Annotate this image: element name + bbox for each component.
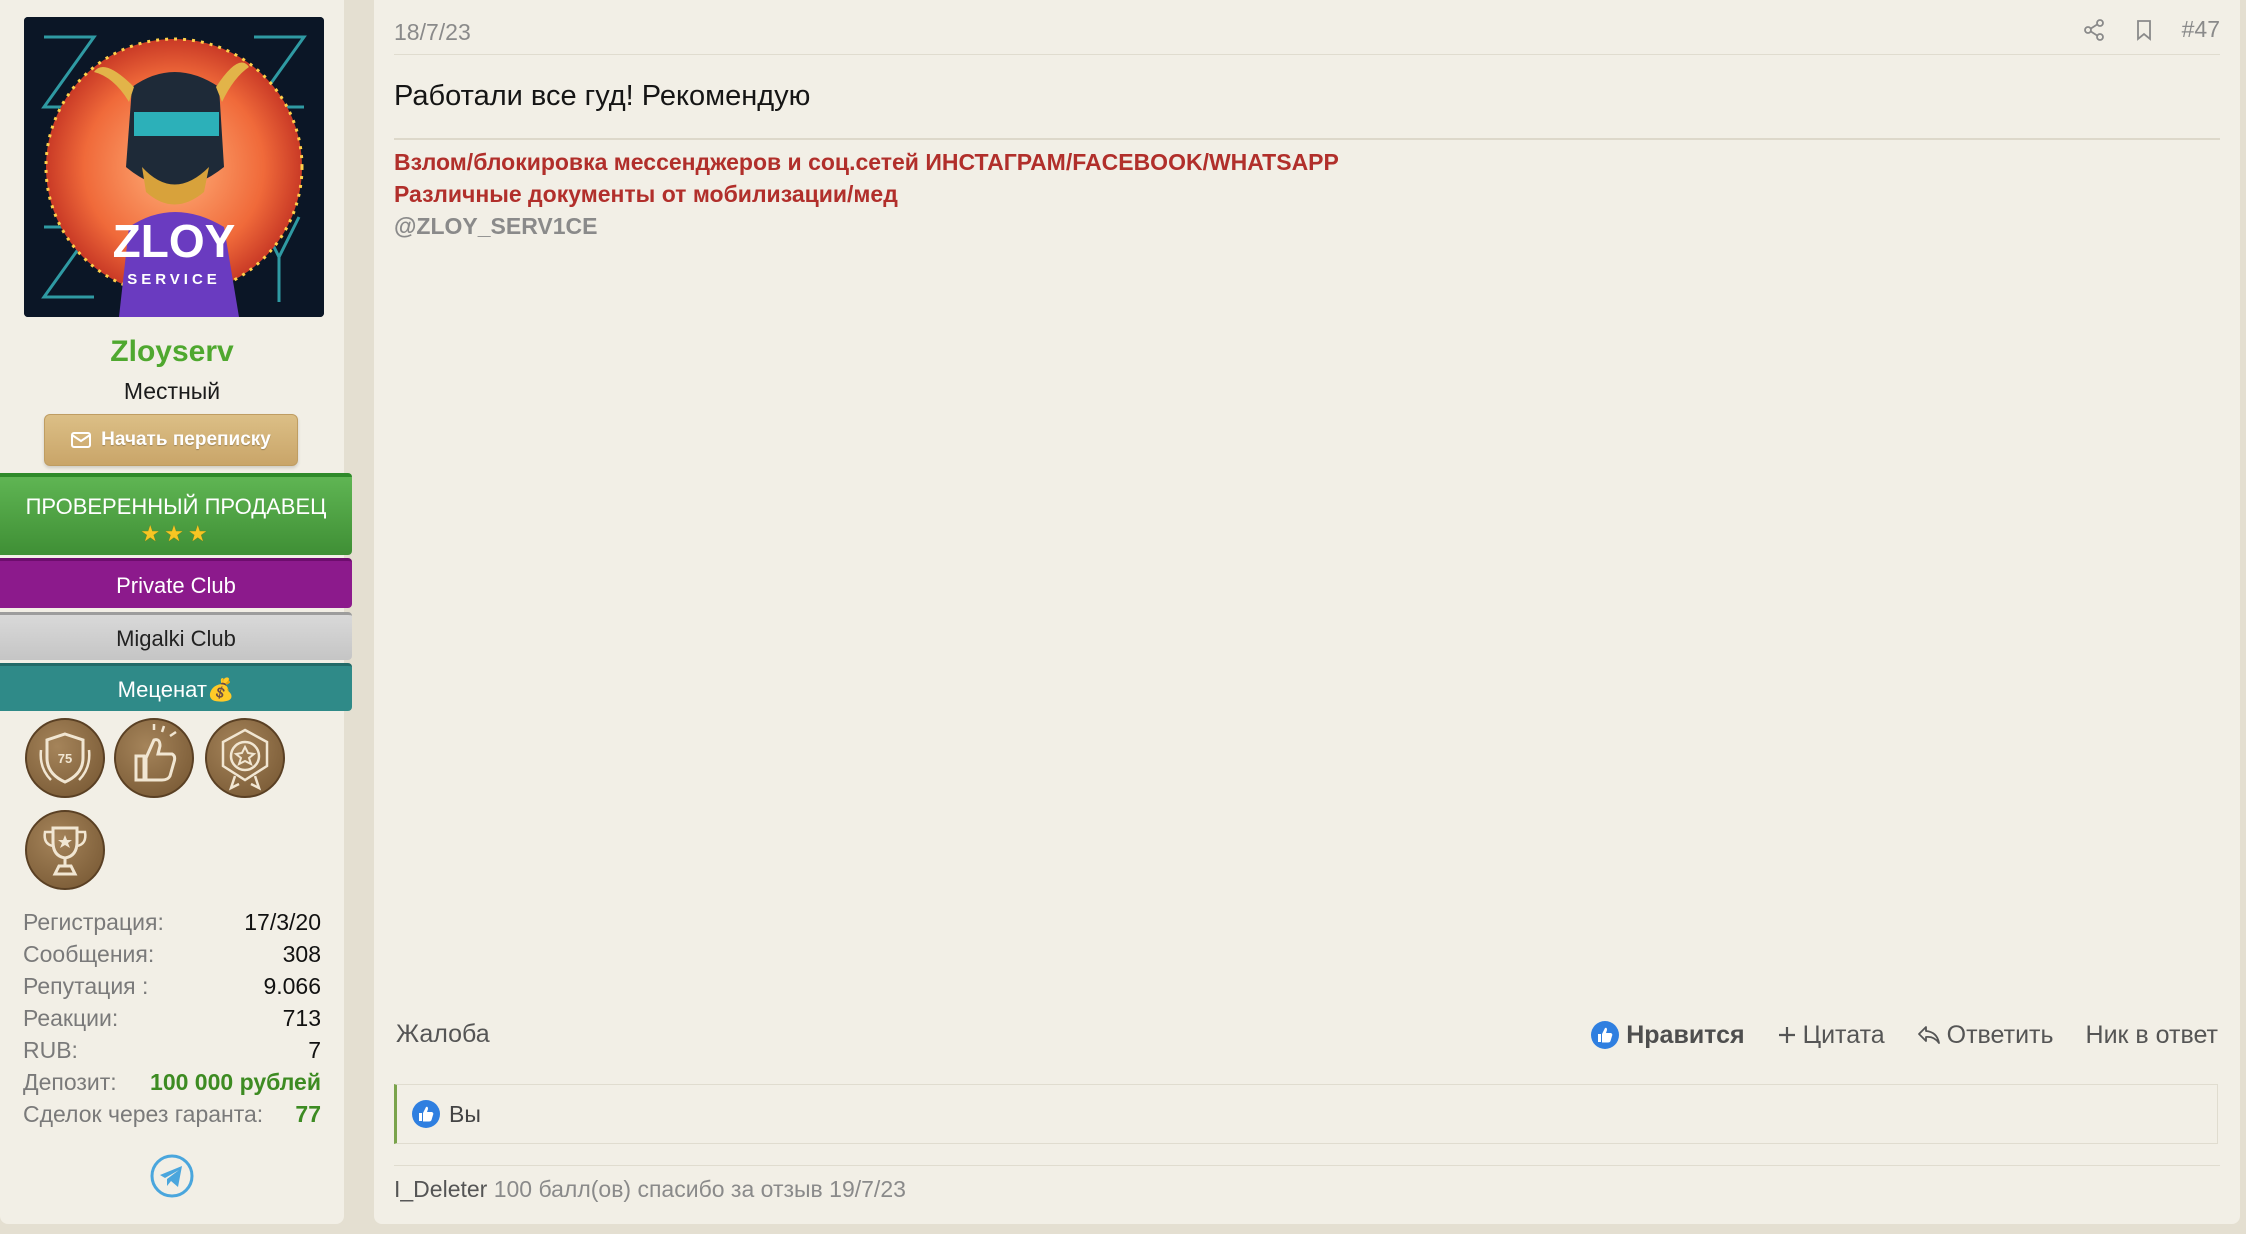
stat-reputation: Репутация : 9.066 bbox=[23, 970, 321, 1002]
stat-value: 713 bbox=[282, 1005, 321, 1031]
stat-rub: RUB: 7 bbox=[23, 1034, 321, 1066]
verified-seller-label: ПРОВЕРЕННЫЙ ПРОДАВЕЦ bbox=[25, 494, 327, 519]
private-club-banner: Private Club bbox=[0, 558, 352, 608]
stat-value: 17/3/20 bbox=[244, 909, 321, 935]
signature-line: Различные документы от мобилизации/мед bbox=[394, 181, 898, 207]
post-body: Работали все гуд! Рекомендую bbox=[394, 80, 811, 112]
user-panel: ZLOY SERVICE Zloyserv Местный Начать пер… bbox=[0, 0, 352, 1224]
stat-label: Депозит: bbox=[23, 1069, 117, 1095]
stat-label: RUB: bbox=[23, 1037, 78, 1063]
share-icon[interactable] bbox=[2082, 18, 2106, 42]
post-number[interactable]: #47 bbox=[2182, 16, 2220, 43]
telegram-icon[interactable] bbox=[149, 1153, 195, 1199]
plus-icon bbox=[1778, 1027, 1795, 1043]
award-badge-text: 75 bbox=[58, 751, 72, 766]
mention-label: Ник в ответ bbox=[2085, 1020, 2218, 1049]
user-stats: Регистрация: 17/3/20 Сообщения: 308 Репу… bbox=[23, 906, 321, 1130]
thanks-user-link[interactable]: I_Deleter bbox=[394, 1176, 487, 1202]
avatar[interactable]: ZLOY SERVICE bbox=[24, 17, 324, 317]
avatar-logo-subtext: SERVICE bbox=[127, 271, 221, 288]
stat-label: Сообщения: bbox=[23, 941, 155, 967]
avatar-image: ZLOY SERVICE bbox=[24, 17, 324, 317]
signature-contact: @ZLOY_SERV1CE bbox=[394, 213, 598, 239]
thumbs-up-reaction-icon bbox=[412, 1100, 440, 1128]
stat-messages: Сообщения: 308 bbox=[23, 938, 321, 970]
thanks-note: I_Deleter 100 балл(ов) спасибо за отзыв … bbox=[394, 1176, 906, 1203]
stat-reactions: Реакции: 713 bbox=[23, 1002, 321, 1034]
stat-value: 77 bbox=[295, 1101, 321, 1127]
signature-line: Взлом/блокировка мессенджеров и соц.сете… bbox=[394, 149, 1339, 175]
user-title: Местный bbox=[123, 378, 221, 404]
signature: Взлом/блокировка мессенджеров и соц.сете… bbox=[394, 146, 1339, 242]
stat-deposit: Депозит: 100 000 рублей bbox=[23, 1066, 321, 1098]
like-button[interactable]: Нравится bbox=[1590, 1020, 1745, 1050]
mention-button[interactable]: Ник в ответ bbox=[2086, 1021, 2218, 1050]
bookmark-icon[interactable] bbox=[2132, 18, 2156, 42]
reactions-list[interactable]: Вы bbox=[449, 1101, 481, 1128]
quote-label: Цитата bbox=[1802, 1020, 1885, 1049]
stat-registration: Регистрация: 17/3/20 bbox=[23, 906, 321, 938]
thumbs-up-award-icon[interactable] bbox=[114, 718, 194, 798]
like-label: Нравится bbox=[1626, 1020, 1745, 1049]
stat-value: 100 000 рублей bbox=[150, 1069, 321, 1095]
reply-icon bbox=[1917, 1026, 1940, 1044]
stat-label: Сделок через гаранта: bbox=[23, 1101, 264, 1127]
start-conversation-button[interactable]: Начать переписку bbox=[44, 414, 298, 466]
start-conversation-label: Начать переписку bbox=[101, 429, 271, 450]
divider bbox=[394, 54, 2220, 55]
stat-value: 7 bbox=[308, 1037, 321, 1063]
trophy-award-icon[interactable] bbox=[25, 810, 105, 890]
post-date[interactable]: 18/7/23 bbox=[394, 19, 471, 46]
signature-divider bbox=[394, 138, 2220, 140]
stat-label: Репутация : bbox=[23, 973, 149, 999]
stat-label: Регистрация: bbox=[23, 909, 164, 935]
username[interactable]: Zloyserv bbox=[0, 335, 344, 369]
avatar-logo-text: ZLOY bbox=[113, 215, 236, 267]
post-header-actions: #47 bbox=[2082, 16, 2220, 43]
thanks-text: 100 балл(ов) спасибо за отзыв 19/7/23 bbox=[493, 1176, 906, 1202]
reactions-bar[interactable]: Вы bbox=[394, 1084, 2218, 1144]
stat-value: 308 bbox=[282, 941, 321, 967]
stat-value: 9.066 bbox=[263, 973, 321, 999]
divider bbox=[394, 1165, 2220, 1166]
post: 18/7/23 #47 Работали все гуд! Рекомендую… bbox=[374, 0, 2240, 1224]
star-medal-award-icon[interactable] bbox=[205, 718, 285, 798]
stat-label: Реакции: bbox=[23, 1005, 119, 1031]
verified-seller-banner: ПРОВЕРЕННЫЙ ПРОДАВЕЦ ★★★ bbox=[0, 473, 352, 555]
report-link[interactable]: Жалоба bbox=[396, 1020, 490, 1049]
post-footer-actions: Нравится Цитата Ответить Ник в ответ bbox=[1590, 1020, 2218, 1050]
stat-escrow-deals: Сделок через гаранта: 77 bbox=[23, 1098, 321, 1130]
mecenat-banner: Меценат💰 bbox=[0, 663, 352, 711]
seller-stars: ★★★ bbox=[140, 521, 212, 546]
thumbs-up-icon bbox=[1591, 1021, 1620, 1049]
envelope-icon bbox=[71, 432, 92, 448]
laurel-shield-75-icon[interactable]: 75 bbox=[25, 718, 105, 798]
reply-label: Ответить bbox=[1946, 1020, 2054, 1049]
reply-button[interactable]: Ответить bbox=[1917, 1021, 2054, 1050]
quote-button[interactable]: Цитата bbox=[1777, 1021, 1885, 1050]
migalki-club-banner: Migalki Club bbox=[0, 612, 352, 660]
